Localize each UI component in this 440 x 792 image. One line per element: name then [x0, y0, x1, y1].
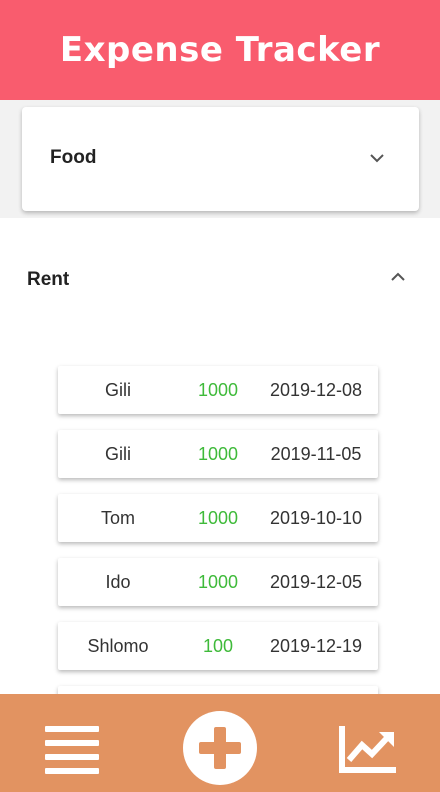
chart-icon[interactable]: [338, 724, 398, 774]
category-label: Food: [50, 147, 97, 168]
expense-name: Ido: [105, 572, 131, 592]
expense-amount: 100: [202, 636, 234, 656]
expense-date: 2019-12-19: [269, 636, 363, 656]
chevron-up-icon[interactable]: [391, 272, 405, 282]
expense-amount: 1000: [197, 572, 239, 592]
expense-row[interactable]: Tom 1000 2019-10-10: [58, 494, 378, 542]
app-title: Expense Tracker: [59, 30, 381, 70]
expense-date: 2019-12-08: [269, 380, 363, 400]
category-rent: Rent Gili 1000 2019-12-08 Gili 1000 2019…: [0, 218, 440, 694]
expense-name: Shlomo: [87, 636, 149, 656]
expense-row[interactable]: Gili 1000 2019-11-05: [58, 430, 378, 478]
category-food[interactable]: Food: [22, 107, 419, 211]
expense-row[interactable]: Gili 1000 2019-12-08: [58, 366, 378, 414]
expense-date: 2019-10-10: [269, 508, 363, 528]
expense-row[interactable]: [58, 686, 378, 694]
menu-icon[interactable]: [45, 724, 99, 778]
expense-date: 2019-12-05: [269, 572, 363, 592]
expense-row[interactable]: Shlomo 100 2019-12-19: [58, 622, 378, 670]
app-header: Expense Tracker: [0, 0, 440, 100]
expense-amount: 1000: [197, 380, 239, 400]
chevron-down-icon[interactable]: [370, 153, 384, 163]
expense-amount: 1000: [197, 508, 239, 528]
category-label: Rent: [27, 269, 70, 290]
expense-name: Gili: [105, 444, 131, 464]
add-icon[interactable]: [183, 711, 257, 785]
expense-date: 2019-11-05: [270, 444, 362, 464]
expense-row[interactable]: Ido 1000 2019-12-05: [58, 558, 378, 606]
expense-name: Tom: [100, 508, 135, 528]
bottom-nav: [0, 694, 440, 792]
expense-name: Gili: [105, 380, 131, 400]
expense-amount: 1000: [197, 444, 239, 464]
